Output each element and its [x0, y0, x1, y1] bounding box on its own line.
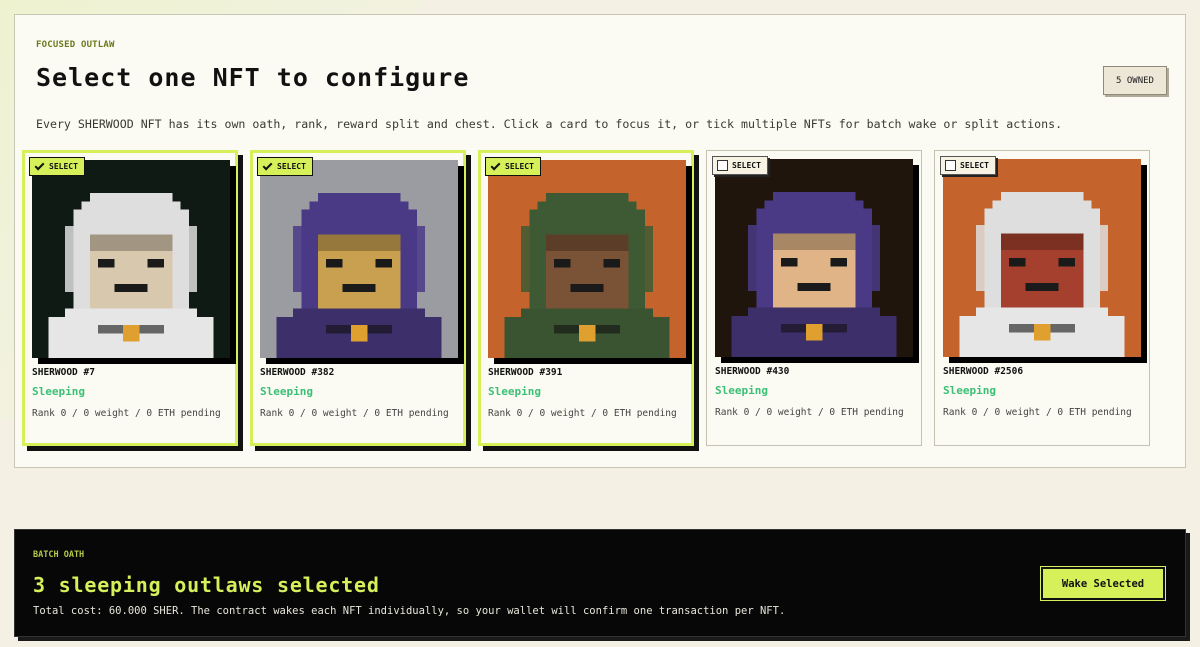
select-checkbox[interactable]: SELECT [940, 156, 996, 175]
nft-name: SHERWOOD #391 [488, 367, 563, 378]
pixel-outlaw-portrait [488, 160, 686, 358]
batch-kicker: BATCH OATH [33, 550, 85, 560]
nft-artwork [943, 159, 1141, 357]
nft-stats: Rank 0 / 0 weight / 0 ETH pending [715, 407, 904, 418]
nft-status: Sleeping [715, 384, 768, 397]
nft-name: SHERWOOD #430 [715, 366, 790, 377]
checkmark-icon [262, 161, 273, 172]
pixel-outlaw-portrait [260, 160, 458, 358]
nft-artwork [715, 159, 913, 357]
checkbox-icon [945, 160, 956, 171]
nft-stats: Rank 0 / 0 weight / 0 ETH pending [260, 408, 449, 419]
nft-artwork [260, 160, 458, 358]
nft-name: SHERWOOD #2506 [943, 366, 1024, 377]
select-label: SELECT [49, 162, 78, 171]
batch-cost-text: Total cost: 60.000 SHER. The contract wa… [33, 605, 786, 617]
nft-card[interactable]: SELECT SHERWOOD #391 Sleeping Rank 0 / 0… [478, 150, 694, 446]
nft-stats: Rank 0 / 0 weight / 0 ETH pending [943, 407, 1132, 418]
select-checkbox[interactable]: SELECT [29, 157, 85, 176]
select-label: SELECT [277, 162, 306, 171]
select-label: SELECT [732, 161, 761, 170]
nft-status: Sleeping [260, 385, 313, 398]
pixel-outlaw-portrait [32, 160, 230, 358]
select-label: SELECT [960, 161, 989, 170]
nft-name: SHERWOOD #382 [260, 367, 335, 378]
nft-artwork [32, 160, 230, 358]
nft-card[interactable]: SELECT SHERWOOD #2506 Sleeping Rank 0 / … [934, 150, 1150, 446]
section-kicker: FOCUSED OUTLAW [36, 40, 115, 50]
nft-card[interactable]: SELECT SHERWOOD #7 Sleeping Rank 0 / 0 w… [22, 150, 238, 446]
checkmark-icon [490, 161, 501, 172]
select-checkbox[interactable]: SELECT [712, 156, 768, 175]
select-checkbox[interactable]: SELECT [257, 157, 313, 176]
owned-count-badge: 5 OWNED [1103, 66, 1167, 95]
pixel-outlaw-portrait [943, 159, 1141, 357]
nft-artwork [488, 160, 686, 358]
nft-card[interactable]: SELECT SHERWOOD #430 Sleeping Rank 0 / 0… [706, 150, 922, 446]
nft-card[interactable]: SELECT SHERWOOD #382 Sleeping Rank 0 / 0… [250, 150, 466, 446]
nft-status: Sleeping [943, 384, 996, 397]
nft-stats: Rank 0 / 0 weight / 0 ETH pending [32, 408, 221, 419]
batch-selection-title: 3 sleeping outlaws selected [33, 573, 380, 597]
select-label: SELECT [505, 162, 534, 171]
nft-status: Sleeping [488, 385, 541, 398]
select-checkbox[interactable]: SELECT [485, 157, 541, 176]
nft-stats: Rank 0 / 0 weight / 0 ETH pending [488, 408, 677, 419]
checkmark-icon [34, 161, 45, 172]
batch-oath-panel: BATCH OATH 3 sleeping outlaws selected T… [14, 529, 1186, 637]
nft-name: SHERWOOD #7 [32, 367, 95, 378]
nft-status: Sleeping [32, 385, 85, 398]
focused-outlaw-panel: FOCUSED OUTLAW Select one NFT to configu… [14, 14, 1186, 468]
checkbox-icon [717, 160, 728, 171]
page-title: Select one NFT to configure [36, 63, 470, 92]
page-description: Every SHERWOOD NFT has its own oath, ran… [36, 117, 1063, 131]
wake-selected-button[interactable]: Wake Selected [1040, 566, 1166, 601]
pixel-outlaw-portrait [715, 159, 913, 357]
